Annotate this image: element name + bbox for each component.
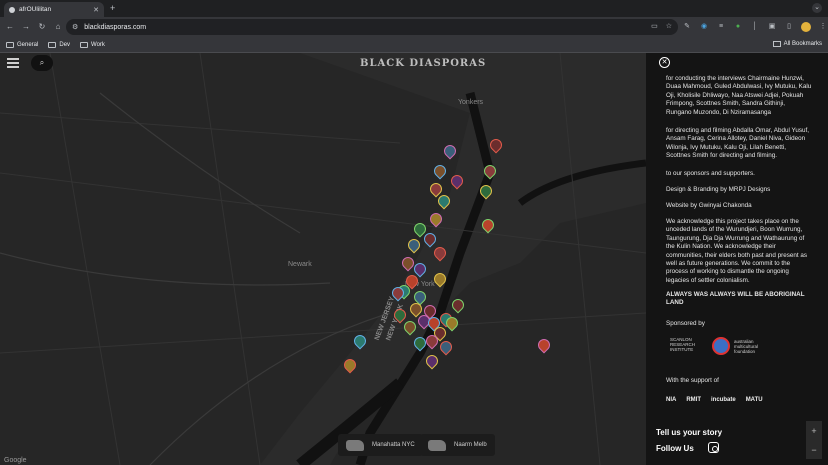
reload-icon[interactable]: ↻ [36,21,48,33]
pen-extension-icon[interactable]: ✎ [682,22,692,32]
extension-icon[interactable]: ≡ [716,22,726,32]
credits-filming: for directing and filming Abdalla Omar, … [666,127,810,160]
map-view[interactable]: ⌕ BLACK DIASPORAS Yonkers Newark New Yor… [0,53,646,465]
tab-favicon-icon [9,6,15,13]
google-attribution: Google [4,457,27,464]
back-icon[interactable]: ← [4,21,16,33]
zoom-out-button[interactable]: − [811,445,816,455]
map-label-newark: Newark [288,261,312,268]
tab-strip: afrOUlilitan ✕ + ⌄ [0,0,828,17]
zoom-in-button[interactable]: + [811,426,816,436]
new-tab-button[interactable]: + [110,3,115,13]
profile-avatar[interactable] [801,22,811,32]
active-tab[interactable]: afrOUlilitan ✕ [4,2,104,17]
supporter-logo-incubate[interactable]: incubate [711,397,736,403]
puzzle-icon[interactable]: ▣ [767,22,777,32]
supporter-logos: NIA RMIT incubate MATU [666,397,763,403]
extensions-area: ✎ ◉ ≡ ● │ ▣ ▯ ⋮ [682,21,828,33]
folder-icon [772,41,781,47]
acknowledgement-text: We acknowledge this project takes place … [666,218,808,284]
site-info-icon[interactable]: ⚙ [72,23,78,31]
address-bar[interactable]: ⚙ blackdiasporas.com ▭ ☆ [66,19,678,35]
map-canvas [0,53,646,465]
menu-icon[interactable] [7,58,19,68]
folder-icon [80,41,89,48]
browser-toolbar: ← → ↻ ⌂ ⚙ blackdiasporas.com ▭ ☆ ✎ ◉ ≡ ●… [0,17,828,37]
bookmark-folder-general[interactable]: General [6,41,38,48]
supporter-logo-matu[interactable]: MATU [746,397,763,403]
credits-website: Website by Gwinyai Chakonda [666,202,752,209]
amf-logo-icon [712,337,730,355]
extension-icon[interactable]: │ [750,22,760,32]
extension-icon[interactable]: ◉ [699,22,709,32]
bookmark-folder-work[interactable]: Work [80,41,105,48]
sponsor-logo-amf[interactable]: australian multicultural foundation [712,337,764,355]
map-search-button[interactable]: ⌕ [31,55,53,71]
australia-map-icon [428,439,446,451]
search-icon: ⌕ [39,58,45,67]
sidepanel-icon[interactable]: ▯ [784,22,794,32]
sponsor-logo-scanlon[interactable]: SCANLON RESEARCH INSTITUTE [670,337,704,352]
site-logo: BLACK DIASPORAS [360,58,487,69]
instagram-icon[interactable] [708,442,719,453]
tab-title: afrOUlilitan [19,6,52,13]
extension-icon[interactable]: ● [733,22,743,32]
forward-icon[interactable]: → [20,21,32,33]
map-label-yonkers: Yonkers [458,99,484,106]
aboriginal-land-statement: ALWAYS WAS ALWAYS WILL BE ABORIGINAL LAN… [666,291,805,307]
credits-panel: ✕ for conducting the interviews Chairmai… [646,53,828,465]
tab-close-icon[interactable]: ✕ [93,6,99,14]
home-icon[interactable]: ⌂ [52,21,64,33]
tell-story-link[interactable]: Tell us your story [656,428,722,437]
bookmark-folder-dev[interactable]: Dev [48,41,70,48]
naarm-melb-button[interactable]: Naarm Melb [420,434,495,456]
menu-kebab-icon[interactable]: ⋮ [818,22,828,32]
close-icon[interactable]: ✕ [659,57,670,68]
folder-icon [6,41,14,48]
folder-icon [48,41,57,48]
follow-us-label: Follow Us [656,444,694,453]
bookmark-star-icon[interactable]: ☆ [666,22,672,30]
cast-icon[interactable]: ▭ [651,22,658,30]
usa-map-icon [346,439,364,451]
supporter-logo-nia[interactable]: NIA [666,397,676,403]
sponsored-by-label: Sponsored by [666,320,705,327]
credits-sponsors-thanks: to our sponsors and supporters. [666,170,755,177]
credits-design: Design & Branding by MRPJ Designs [666,186,771,193]
bookmarks-bar: General Dev Work All Bookmarks [0,37,828,53]
url-text: blackdiasporas.com [84,23,147,31]
manahatta-nyc-button[interactable]: Manahatta NYC [338,434,423,456]
supporter-logo-rmit[interactable]: RMIT [686,397,701,403]
credits-interviews: for conducting the interviews Chairmaine… [666,75,812,116]
support-label: With the support of [666,377,719,384]
all-bookmarks-button[interactable]: All Bookmarks [772,41,822,47]
tab-search-icon[interactable]: ⌄ [812,3,822,13]
zoom-control: + − [806,421,822,459]
